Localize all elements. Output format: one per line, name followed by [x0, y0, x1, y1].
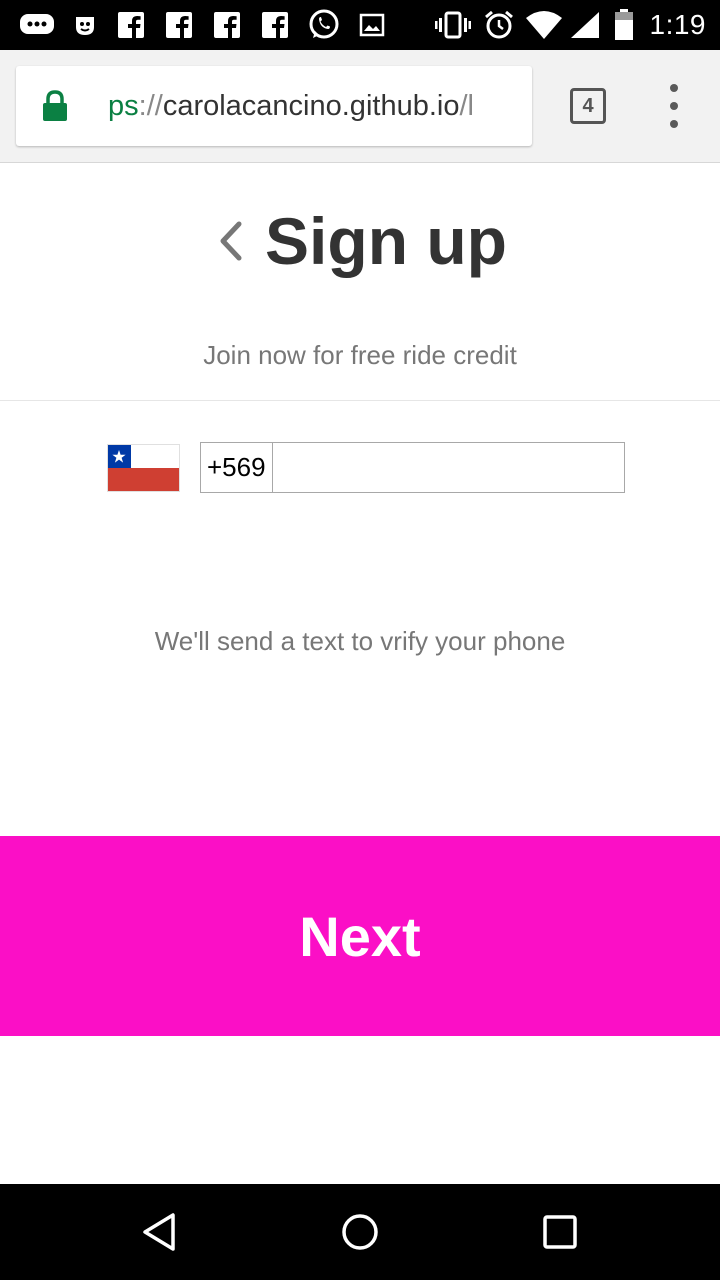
recents-square-icon[interactable] — [510, 1184, 610, 1280]
battery-icon — [612, 0, 636, 50]
facebook-icon — [212, 0, 242, 50]
back-triangle-icon[interactable] — [110, 1184, 210, 1280]
whatsapp-icon — [306, 0, 342, 50]
navigation-bar — [0, 1184, 720, 1280]
signal-icon — [568, 0, 602, 50]
chile-flag-icon[interactable] — [107, 444, 180, 492]
tab-switcher-button[interactable]: 4 — [570, 88, 606, 124]
url-scheme: ps — [108, 90, 139, 122]
wifi-icon — [524, 0, 564, 50]
page-header: Sign up — [0, 196, 720, 286]
url-path: /l — [459, 90, 474, 122]
divider — [0, 400, 720, 401]
page-title: Sign up — [265, 204, 507, 278]
facebook-icon — [116, 0, 146, 50]
chat-bubble-icon — [18, 0, 56, 50]
url-separator: :// — [138, 90, 163, 122]
page-subtitle: Join now for free ride credit — [203, 340, 517, 370]
address-bar[interactable]: ps://carolacancino.github.io/l — [16, 66, 532, 146]
phone-field: +569 — [200, 442, 625, 493]
screen: 1:19 ps://carolacancino.github.io/l 4 Si… — [0, 0, 720, 1280]
vibrate-icon — [434, 0, 472, 50]
clock-time: 1:19 — [649, 9, 706, 40]
alarm-icon — [482, 0, 516, 50]
facebook-icon — [164, 0, 194, 50]
url-text[interactable]: ps://carolacancino.github.io/l — [108, 66, 474, 146]
home-circle-icon[interactable] — [310, 1184, 410, 1280]
face-icon — [72, 0, 98, 50]
facebook-icon — [260, 0, 290, 50]
phone-number-input[interactable] — [273, 443, 624, 492]
url-host: carolacancino.github.io — [162, 90, 460, 122]
next-button[interactable]: Next — [0, 836, 720, 1036]
verification-info-text: We'll send a text to vrify your phone — [154, 626, 566, 656]
lock-icon — [42, 90, 68, 122]
image-icon — [358, 0, 386, 50]
browser-toolbar: ps://carolacancino.github.io/l 4 — [0, 50, 720, 163]
back-chevron-icon[interactable] — [213, 216, 247, 266]
status-bar: 1:19 — [0, 0, 720, 50]
overflow-menu-icon[interactable] — [660, 84, 688, 128]
phone-prefix: +569 — [201, 443, 273, 492]
